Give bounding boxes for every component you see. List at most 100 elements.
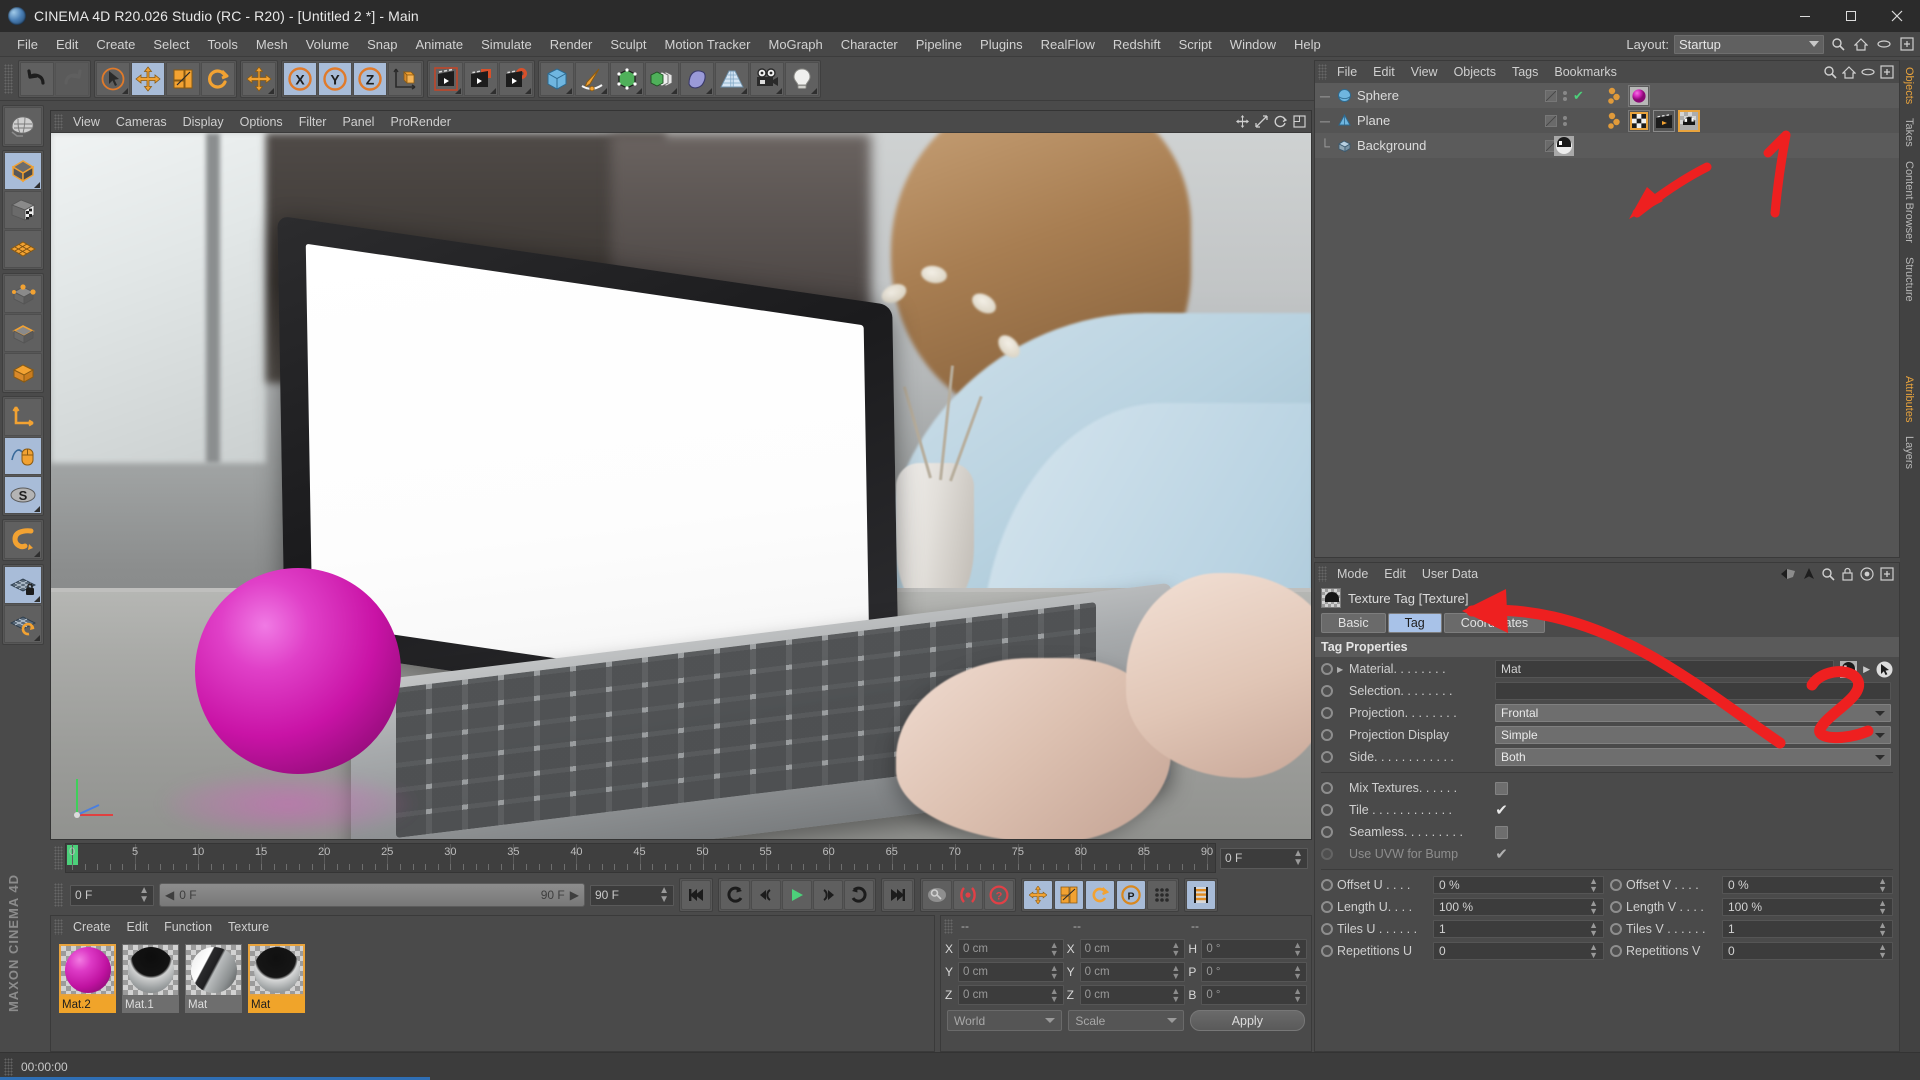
object-menu-objects[interactable]: Objects	[1446, 63, 1504, 81]
enabled-check-icon[interactable]: ✔	[1573, 88, 1584, 104]
object-row-plane[interactable]: ─ Plane	[1315, 108, 1899, 133]
menu-volume[interactable]: Volume	[297, 34, 358, 55]
right-tab-attributes[interactable]: Attributes	[1900, 369, 1918, 429]
animation-dot-icon[interactable]	[1321, 879, 1333, 891]
spinner-icon[interactable]: ▲ ▼	[1589, 877, 1598, 894]
right-tab-content-browser[interactable]: Content Browser	[1900, 154, 1918, 250]
projection-select[interactable]: Frontal	[1495, 704, 1891, 722]
timeline-view-button[interactable]	[1186, 880, 1216, 910]
menu-sculpt[interactable]: Sculpt	[601, 34, 655, 55]
spinner-icon[interactable]: ▲ ▼	[1171, 941, 1180, 958]
record-position-button[interactable]	[1023, 880, 1053, 910]
viewport-menu-filter[interactable]: Filter	[291, 113, 335, 131]
model-mode-button[interactable]	[4, 152, 42, 190]
render-settings-button[interactable]	[499, 61, 533, 96]
move-button[interactable]	[131, 61, 165, 96]
coordinate-system-select[interactable]: World	[947, 1010, 1063, 1031]
menu-redshift[interactable]: Redshift	[1104, 34, 1170, 55]
material-menu-create[interactable]: Create	[65, 918, 119, 936]
close-button[interactable]	[1874, 0, 1920, 32]
home-icon[interactable]	[1842, 65, 1856, 79]
record-pla-button[interactable]: P	[1116, 880, 1146, 910]
live-selection-button[interactable]	[96, 61, 130, 96]
render-view-button[interactable]	[429, 61, 463, 96]
object-menu-bookmarks[interactable]: Bookmarks	[1546, 63, 1625, 81]
scale-view-icon[interactable]	[1253, 114, 1269, 130]
menu-mograph[interactable]: MoGraph	[759, 34, 831, 55]
animation-dot-icon[interactable]	[1321, 663, 1333, 675]
rotation-b-field[interactable]: 0 ° ▲ ▼	[1201, 985, 1307, 1005]
spinner-icon[interactable]: ▲ ▼	[1171, 987, 1180, 1004]
material-preview-icon[interactable]	[1840, 660, 1858, 678]
size-y-field[interactable]: 0 cm ▲ ▼	[1079, 962, 1186, 982]
object-tree[interactable]: ─ Sphere ✔ ─ Plane └ Background	[1315, 83, 1899, 557]
uv-mode-button[interactable]	[4, 230, 42, 268]
animation-dot-icon[interactable]	[1321, 685, 1333, 697]
animation-dot-icon[interactable]	[1321, 751, 1333, 763]
viewport-menu-view[interactable]: View	[65, 113, 108, 131]
move-view-icon[interactable]	[1234, 114, 1250, 130]
texture-tag-icon[interactable]	[1678, 109, 1700, 132]
editor-render-dots[interactable]	[1563, 90, 1567, 101]
mix-textures-check[interactable]	[1495, 781, 1508, 795]
visibility-toggle[interactable]	[1545, 89, 1557, 102]
repetitions-v-field[interactable]: 0 ▲ ▼	[1722, 942, 1893, 960]
animation-dot-icon[interactable]	[1321, 782, 1333, 794]
editor-render-dots[interactable]	[1563, 115, 1567, 126]
timeline-grip[interactable]	[54, 846, 63, 870]
home-icon[interactable]	[1852, 35, 1870, 53]
right-tab-objects[interactable]: Objects	[1900, 60, 1918, 111]
menu-pipeline[interactable]: Pipeline	[907, 34, 971, 55]
spinner-icon[interactable]: ▲ ▼	[1293, 849, 1303, 868]
edges-mode-button[interactable]	[4, 314, 42, 352]
material-thumbnail[interactable]	[59, 944, 116, 996]
menu-realflow[interactable]: RealFlow	[1032, 34, 1104, 55]
apply-button[interactable]: Apply	[1189, 1010, 1305, 1031]
viewport-menu-cameras[interactable]: Cameras	[108, 113, 175, 131]
menu-simulate[interactable]: Simulate	[472, 34, 541, 55]
object-manager-grip[interactable]	[1318, 64, 1327, 80]
spinner-icon[interactable]: ▲ ▼	[1878, 877, 1887, 894]
add-floor-button[interactable]	[715, 61, 749, 96]
coordinates-grip[interactable]	[944, 918, 953, 934]
redo-button[interactable]	[55, 61, 89, 96]
rotate-button[interactable]	[201, 61, 235, 96]
menu-mesh[interactable]: Mesh	[247, 34, 297, 55]
material-item-mat-a[interactable]: Mat	[185, 944, 242, 1013]
texture-mode-button[interactable]	[4, 191, 42, 229]
polygons-mode-button[interactable]	[4, 353, 42, 391]
eye-icon[interactable]	[1875, 35, 1893, 53]
eye-icon[interactable]	[1861, 65, 1875, 79]
rotation-p-field[interactable]: 0 ° ▲ ▼	[1201, 962, 1307, 982]
minimize-button[interactable]	[1782, 0, 1828, 32]
add-deformer-button[interactable]	[680, 61, 714, 96]
spinner-icon[interactable]: ▲ ▼	[1050, 941, 1059, 958]
add-array-button[interactable]	[645, 61, 679, 96]
end-frame-field[interactable]: 90 F ▲ ▼	[590, 884, 674, 906]
status-grip[interactable]	[4, 1057, 13, 1076]
attribute-menu-user-data[interactable]: User Data	[1414, 565, 1486, 583]
material-thumbnail[interactable]	[248, 944, 305, 996]
animation-dot-icon[interactable]	[1321, 901, 1333, 913]
rotation-h-field[interactable]: 0 ° ▲ ▼	[1201, 939, 1307, 959]
side-select[interactable]: Both	[1495, 748, 1891, 766]
menu-file[interactable]: File	[8, 34, 47, 55]
timeline-ruler[interactable]: 0 5 10 15 20 25 30 35 40 45 50 55 60 65 70 75 80 85 90	[65, 843, 1216, 873]
menu-help[interactable]: Help	[1285, 34, 1330, 55]
offset-v-field[interactable]: 0 % ▲ ▼	[1722, 876, 1893, 894]
tile-check[interactable]: ✔	[1495, 802, 1508, 819]
spinner-icon[interactable]: ▲ ▼	[1878, 943, 1887, 960]
menu-window[interactable]: Window	[1221, 34, 1285, 55]
menu-character[interactable]: Character	[832, 34, 907, 55]
workplane-rotate-button[interactable]	[4, 605, 42, 643]
object-menu-view[interactable]: View	[1403, 63, 1446, 81]
spinner-icon[interactable]: ▲ ▼	[659, 886, 669, 905]
spinner-icon[interactable]: ▲ ▼	[1050, 987, 1059, 1004]
material-item-mat1[interactable]: Mat.1	[122, 944, 179, 1013]
range-left-arrow-icon[interactable]: ◀	[165, 888, 174, 902]
menu-animate[interactable]: Animate	[406, 34, 472, 55]
points-mode-button[interactable]	[4, 275, 42, 313]
object-menu-tags[interactable]: Tags	[1504, 63, 1546, 81]
attribute-menu-mode[interactable]: Mode	[1329, 565, 1376, 583]
range-right-arrow-icon[interactable]: ▶	[570, 888, 579, 902]
